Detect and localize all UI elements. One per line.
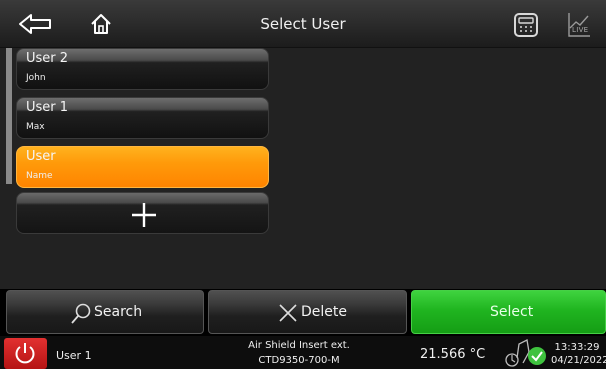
user-display-name: John bbox=[26, 73, 46, 83]
live-chart-icon[interactable]: LIVE bbox=[567, 12, 591, 42]
user-card-user-2[interactable]: User 2 John bbox=[16, 48, 269, 90]
top-bar: Select User LIVE bbox=[0, 0, 606, 48]
calculator-icon[interactable] bbox=[514, 13, 538, 41]
device-model: CTD9350-700-M bbox=[258, 355, 340, 366]
x-icon bbox=[279, 304, 297, 322]
user-card-user-1[interactable]: User 1 Max bbox=[16, 97, 269, 139]
select-label: Select bbox=[490, 304, 534, 320]
user-name: User 2 bbox=[26, 51, 69, 66]
device-name: Air Shield Insert ext. bbox=[248, 340, 350, 351]
temperature-readout: 21.566 °C bbox=[420, 347, 486, 362]
user-display-name: Name bbox=[26, 171, 53, 181]
live-label: LIVE bbox=[572, 26, 589, 34]
delete-button[interactable]: Delete bbox=[208, 290, 407, 334]
power-icon bbox=[15, 343, 35, 364]
device-status-icon bbox=[503, 338, 551, 369]
list-scrollbar[interactable] bbox=[6, 48, 12, 184]
search-icon bbox=[71, 303, 91, 324]
current-user: User 1 bbox=[56, 349, 92, 362]
delete-label: Delete bbox=[301, 304, 347, 320]
plus-icon bbox=[132, 203, 156, 227]
select-button[interactable]: Select bbox=[411, 290, 606, 334]
user-name: User 1 bbox=[26, 100, 69, 115]
search-label: Search bbox=[94, 304, 143, 320]
user-display-name: Max bbox=[26, 122, 45, 132]
user-name: User bbox=[26, 149, 56, 164]
clock-date: 04/21/2022 bbox=[551, 355, 606, 366]
search-button[interactable]: Search bbox=[6, 290, 204, 334]
power-button[interactable] bbox=[4, 338, 47, 369]
user-card-user-selected[interactable]: User Name bbox=[16, 146, 269, 188]
clock-time: 13:33:29 bbox=[554, 342, 600, 353]
add-user-button[interactable] bbox=[16, 192, 269, 234]
